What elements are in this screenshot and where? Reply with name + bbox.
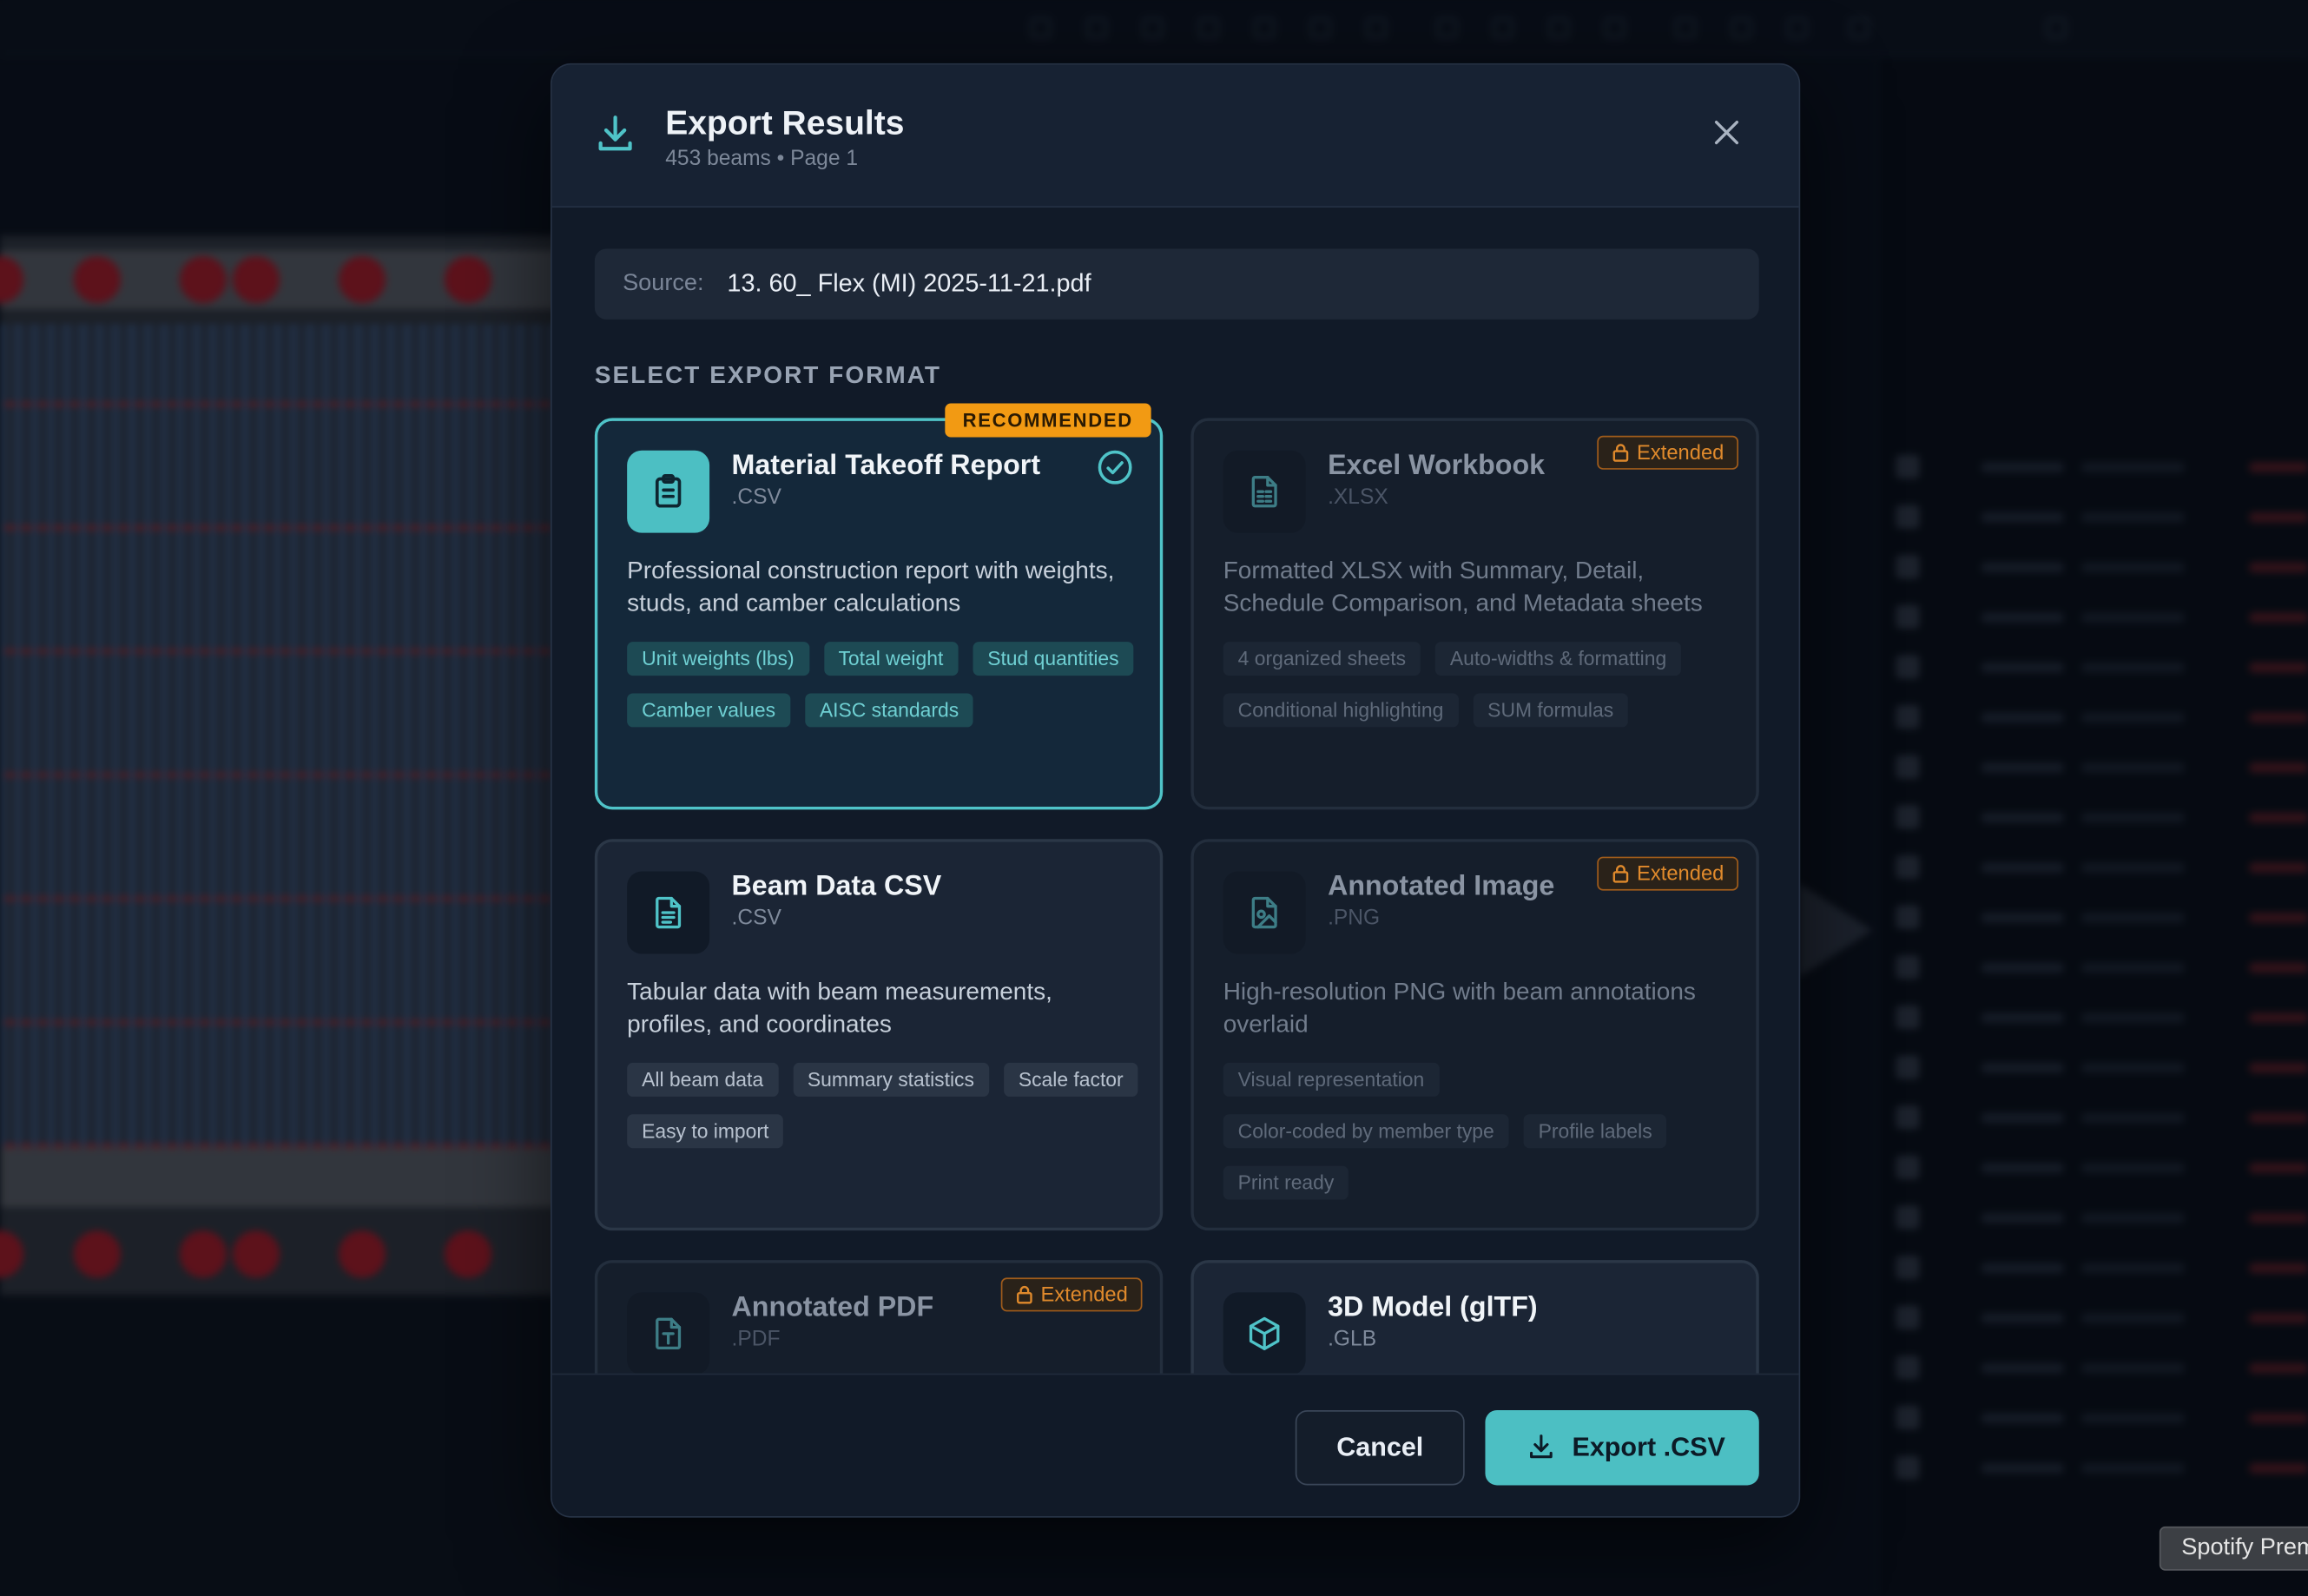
feature-tag: Scale factor	[1003, 1062, 1138, 1097]
feature-tag: Profile labels	[1523, 1114, 1667, 1149]
format-name: Material Takeoff Report	[731, 450, 1041, 482]
extended-badge: Extended	[1597, 856, 1739, 891]
feature-tag: Easy to import	[627, 1114, 784, 1149]
format-card-material-takeoff[interactable]: RECOMMENDED Material Takeoff Report .CSV…	[594, 403, 1164, 810]
format-name: Excel Workbook	[1328, 450, 1546, 482]
download-icon	[598, 115, 632, 151]
format-card-3d-model[interactable]: 3D Model (glTF) .GLB	[1190, 1260, 1759, 1374]
lock-icon	[1612, 444, 1629, 462]
feature-tags: 4 organized sheets Auto-widths & formatt…	[1223, 642, 1738, 728]
taskbar-tooltip: Spotify Premium	[2159, 1526, 2308, 1571]
close-icon[interactable]	[1709, 115, 1744, 150]
spreadsheet-icon	[1223, 450, 1306, 533]
feature-tag: Unit weights (lbs)	[627, 642, 809, 676]
dialog-title: Export Results	[665, 102, 905, 142]
format-extension: .CSV	[731, 485, 781, 510]
format-extension: .PNG	[1328, 907, 1381, 931]
feature-tag: Auto-widths & formatting	[1434, 642, 1682, 676]
feature-tags: Visual representation Color-coded by mem…	[1223, 1062, 1738, 1200]
feature-tag: SUM formulas	[1473, 693, 1629, 728]
format-card-beam-data-csv[interactable]: Beam Data CSV .CSV Tabular data with bea…	[594, 839, 1164, 1231]
document-icon	[627, 871, 710, 954]
dialog-subtitle: 453 beams • Page 1	[665, 147, 859, 171]
source-label: Source:	[623, 270, 704, 296]
format-description: Formatted XLSX with Summary, Detail, Sch…	[1223, 557, 1703, 617]
export-button-label: Export .CSV	[1572, 1432, 1725, 1462]
dialog-footer: Cancel Export .CSV	[551, 1373, 1799, 1517]
format-card-annotated-pdf[interactable]: Extended Annotated PDF .PDF	[594, 1260, 1164, 1374]
format-extension: .PDF	[731, 1328, 781, 1352]
extended-badge-label: Extended	[1637, 439, 1724, 464]
format-name: 3D Model (glTF)	[1328, 1292, 1538, 1323]
feature-tag: Visual representation	[1223, 1062, 1440, 1097]
format-card-excel-workbook[interactable]: Extended Excel Workbook .XLSX Formatted …	[1190, 418, 1759, 810]
feature-tags: Unit weights (lbs) Total weight Stud qua…	[627, 642, 1142, 728]
format-name: Annotated Image	[1328, 871, 1555, 903]
feature-tag: Print ready	[1223, 1165, 1349, 1200]
lock-icon	[1612, 865, 1629, 883]
extended-badge-label: Extended	[1040, 1282, 1128, 1306]
source-filename: 13. 60_ Flex (MI) 2025-11-21.pdf	[727, 269, 1091, 298]
feature-tag: 4 organized sheets	[1223, 642, 1421, 676]
section-title: SELECT EXPORT FORMAT	[594, 362, 942, 389]
format-name: Beam Data CSV	[731, 871, 942, 903]
export-dialog: Export Results 453 beams • Page 1 Source…	[551, 63, 1801, 1518]
feature-tag: All beam data	[627, 1062, 779, 1097]
dialog-body[interactable]: Source: 13. 60_ Flex (MI) 2025-11-21.pdf…	[552, 208, 1799, 1374]
format-description: Tabular data with beam measurements, pro…	[627, 979, 1052, 1039]
format-card-annotated-image[interactable]: Extended Annotated Image .PNG High-resol…	[1190, 839, 1759, 1231]
format-extension: .CSV	[731, 907, 781, 931]
feature-tag: Total weight	[823, 642, 959, 676]
feature-tag: Summary statistics	[792, 1062, 989, 1097]
cancel-button[interactable]: Cancel	[1295, 1410, 1465, 1486]
check-circle-icon	[1098, 450, 1132, 485]
format-name: Annotated PDF	[731, 1292, 934, 1323]
format-extension: .XLSX	[1328, 485, 1388, 510]
dialog-header: Export Results 453 beams • Page 1	[551, 64, 1799, 208]
feature-tag: Color-coded by member type	[1223, 1114, 1509, 1149]
cube-icon	[1223, 1292, 1306, 1374]
recommended-badge: RECOMMENDED	[945, 403, 1151, 438]
format-extension: .GLB	[1328, 1328, 1377, 1352]
clipboard-icon	[627, 450, 710, 533]
download-icon	[1530, 1434, 1553, 1459]
extended-badge: Extended	[1000, 1277, 1143, 1312]
format-description: High-resolution PNG with beam annotation…	[1223, 979, 1696, 1039]
format-description: Professional construction report with we…	[627, 557, 1115, 617]
extended-badge-label: Extended	[1637, 861, 1724, 885]
source-field: Source: 13. 60_ Flex (MI) 2025-11-21.pdf	[594, 248, 1759, 320]
lock-icon	[1017, 1285, 1032, 1304]
feature-tag: AISC standards	[804, 693, 974, 728]
export-button[interactable]: Export .CSV	[1485, 1410, 1759, 1486]
feature-tag: Conditional highlighting	[1223, 693, 1459, 728]
extended-badge: Extended	[1597, 435, 1739, 470]
feature-tag: Camber values	[627, 693, 790, 728]
image-file-icon	[1223, 871, 1306, 954]
feature-tags: All beam data Summary statistics Scale f…	[627, 1062, 1142, 1149]
pdf-file-icon	[627, 1292, 710, 1374]
feature-tag: Stud quantities	[973, 642, 1134, 676]
